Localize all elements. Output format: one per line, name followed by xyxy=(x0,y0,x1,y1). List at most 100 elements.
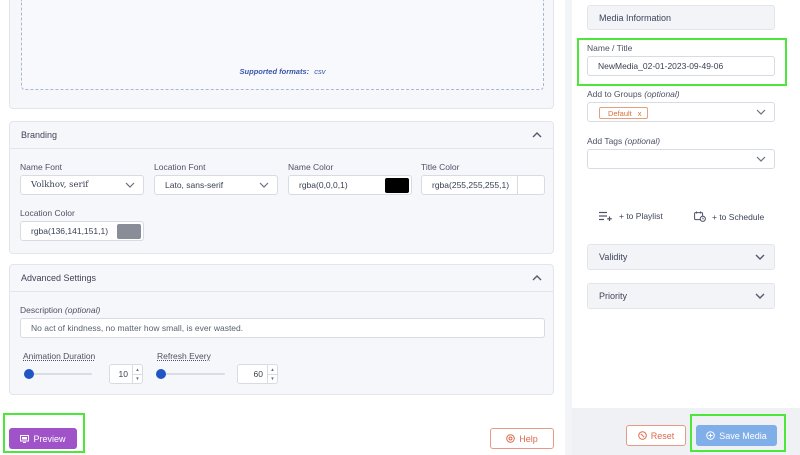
reset-label: Reset xyxy=(650,430,675,441)
playlist-add-icon xyxy=(599,211,612,221)
refresh-every-value: 60 xyxy=(253,369,263,379)
location-font-label: Location Font xyxy=(154,162,206,172)
increment-icon[interactable]: ▲ xyxy=(133,365,142,374)
left-panel: Supported formats: csv Branding Name Fon… xyxy=(0,0,565,455)
monitor-icon xyxy=(20,434,30,443)
tags-label: Add Tags (optional) xyxy=(587,136,660,146)
help-icon xyxy=(506,434,516,443)
chevron-down-icon xyxy=(125,182,135,188)
description-label-text: Description xyxy=(20,305,63,315)
group-tag: Default x xyxy=(599,107,648,119)
animation-duration-slider[interactable] xyxy=(24,369,92,379)
add-to-schedule-button[interactable]: + to Schedule xyxy=(694,211,764,222)
preview-button[interactable]: Preview xyxy=(9,428,77,449)
chevron-down-icon xyxy=(756,109,766,115)
add-to-playlist-label: + to Playlist xyxy=(619,211,663,221)
add-to-playlist-button[interactable]: + to Playlist xyxy=(599,211,663,221)
chevron-down-icon xyxy=(755,293,765,299)
location-color-value: rgba(136,141,151,1) xyxy=(31,226,109,236)
name-color-label: Name Color xyxy=(288,162,334,172)
priority-accordion[interactable]: Priority xyxy=(587,283,775,309)
refresh-every-slider[interactable] xyxy=(156,369,225,379)
calendar-clock-icon xyxy=(694,211,706,222)
tags-select[interactable] xyxy=(587,149,775,169)
sidebar-footer: Reset Save Media xyxy=(572,408,800,455)
validity-accordion[interactable]: Validity xyxy=(587,244,775,270)
add-to-schedule-label: + to Schedule xyxy=(712,211,765,222)
name-color-input[interactable]: rgba(0,0,0,1) xyxy=(288,175,412,195)
groups-select[interactable]: Default x xyxy=(587,102,775,122)
slider-track xyxy=(156,373,225,375)
plus-circle-icon xyxy=(706,431,716,440)
description-value: No act of kindness, no matter how small,… xyxy=(31,323,244,333)
slider-handle[interactable] xyxy=(24,369,34,379)
branding-title: Branding xyxy=(21,130,58,140)
name-color-swatch[interactable] xyxy=(385,178,409,193)
reset-icon xyxy=(637,431,647,440)
stepper-arrows: ▲ ▼ xyxy=(132,365,142,383)
media-info-header: Media Information xyxy=(587,5,775,30)
upload-card: Supported formats: csv xyxy=(9,0,554,109)
name-title-label: Name / Title xyxy=(587,43,633,53)
description-label: Description (optional) xyxy=(20,305,100,315)
save-media-label: Save Media xyxy=(719,430,767,441)
description-optional: (optional) xyxy=(64,305,101,315)
location-font-value: Lato, sans-serif xyxy=(165,180,224,190)
save-media-button[interactable]: Save Media xyxy=(696,425,777,446)
groups-label: Add to Groups (optional) xyxy=(587,89,680,99)
location-color-input[interactable]: rgba(136,141,151,1) xyxy=(20,221,144,241)
name-title-value: NewMedia_02-01-2023-09-49-06 xyxy=(598,61,724,71)
title-color-input[interactable]: rgba(255,255,255,1) xyxy=(421,175,545,195)
branding-card: Branding Name Font Volkhov, serif Locati… xyxy=(9,121,554,254)
title-color-label: Title Color xyxy=(421,162,460,172)
priority-label: Priority xyxy=(599,291,628,301)
help-label: Help xyxy=(519,433,538,444)
animation-duration-stepper[interactable]: 10 ▲ ▼ xyxy=(109,364,143,384)
chevron-down-icon xyxy=(259,182,269,188)
location-color-label: Location Color xyxy=(20,208,75,218)
preview-label: Preview xyxy=(33,433,66,444)
decrement-icon[interactable]: ▼ xyxy=(268,373,277,384)
tags-label-text: Add Tags xyxy=(587,136,623,146)
branding-header[interactable]: Branding xyxy=(10,122,553,149)
help-button[interactable]: Help xyxy=(490,428,554,449)
refresh-every-stepper[interactable]: 60 ▲ ▼ xyxy=(237,364,278,384)
remove-tag-icon[interactable]: x xyxy=(638,109,642,118)
location-color-swatch[interactable] xyxy=(117,224,141,239)
groups-label-text: Add to Groups xyxy=(587,89,642,99)
name-font-value: Volkhov, serif xyxy=(31,180,89,190)
name-font-label: Name Font xyxy=(20,162,63,172)
supported-formats-value: csv xyxy=(314,67,326,76)
advanced-settings-card: Advanced Settings Description (optional)… xyxy=(9,264,554,395)
advanced-settings-header[interactable]: Advanced Settings xyxy=(10,265,553,292)
slider-handle[interactable] xyxy=(156,369,166,379)
supported-formats-label: Supported formats: xyxy=(239,67,310,76)
stepper-arrows: ▲ ▼ xyxy=(267,365,277,383)
media-info-panel: Media Information Name / Title NewMedia_… xyxy=(572,0,800,455)
animation-duration-label: Animation Duration xyxy=(23,351,96,361)
advanced-settings-title: Advanced Settings xyxy=(21,273,97,283)
animation-duration-value: 10 xyxy=(118,369,128,379)
decrement-icon[interactable]: ▼ xyxy=(133,373,142,384)
validity-label: Validity xyxy=(599,252,628,262)
supported-formats: Supported formats: csv xyxy=(22,67,543,76)
name-title-input[interactable]: NewMedia_02-01-2023-09-49-06 xyxy=(587,56,775,76)
slider-track xyxy=(24,373,92,375)
title-color-swatch[interactable] xyxy=(517,176,544,194)
group-tag-label: Default xyxy=(608,108,632,118)
name-color-value: rgba(0,0,0,1) xyxy=(299,180,348,190)
location-font-select[interactable]: Lato, sans-serif xyxy=(154,175,278,195)
increment-icon[interactable]: ▲ xyxy=(268,365,277,374)
chevron-down-icon xyxy=(756,156,766,162)
chevron-up-icon[interactable] xyxy=(532,273,542,283)
description-input[interactable]: No act of kindness, no matter how small,… xyxy=(20,318,545,338)
media-info-title: Media Information xyxy=(599,12,672,23)
title-color-value: rgba(255,255,255,1) xyxy=(432,180,510,190)
refresh-every-label: Refresh Every xyxy=(157,351,211,361)
reset-button[interactable]: Reset xyxy=(626,425,686,446)
chevron-down-icon xyxy=(755,254,765,260)
chevron-up-icon[interactable] xyxy=(532,130,542,140)
tags-optional: (optional) xyxy=(624,136,661,146)
file-dropzone[interactable]: Supported formats: csv xyxy=(21,0,544,90)
name-font-select[interactable]: Volkhov, serif xyxy=(20,175,144,195)
